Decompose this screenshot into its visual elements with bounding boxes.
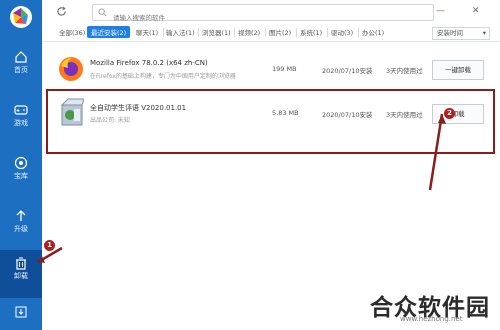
annotation-arrows xyxy=(37,113,446,264)
step-marker-2: 2 xyxy=(444,108,455,119)
step-marker-1: 1 xyxy=(44,240,55,251)
watermark-url: www.hezhong.net xyxy=(400,315,463,323)
